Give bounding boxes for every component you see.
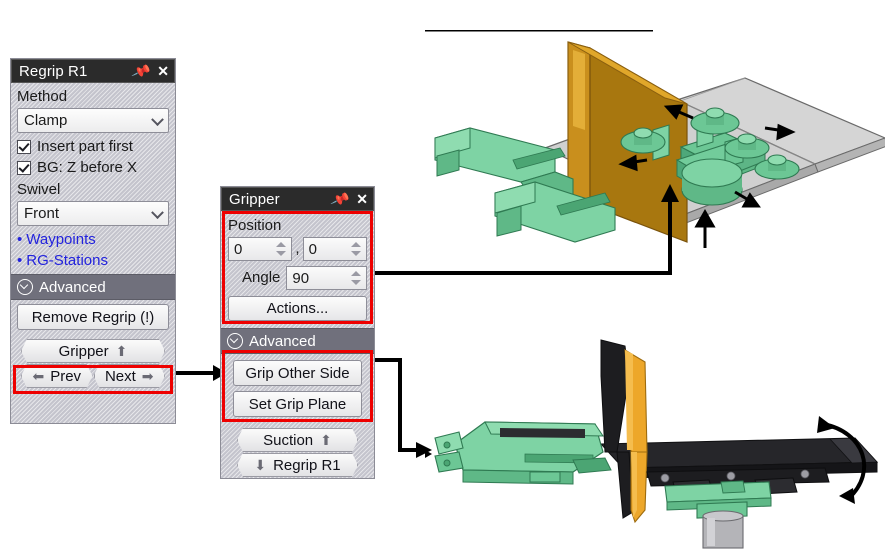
regrip-panel: Regrip R1 📌 ✕ Method Clamp Insert part f… xyxy=(10,58,176,424)
gripper-panel-title: Gripper xyxy=(229,190,280,208)
arrow-up-icon: ⬆ xyxy=(320,431,332,448)
suction-label: Suction xyxy=(263,431,314,449)
grip-other-side-button[interactable]: Grip Other Side xyxy=(233,360,362,386)
bg-z-before-x-checkbox-row[interactable]: BG: Z before X xyxy=(17,157,169,178)
arrow-down-icon: ⬇ xyxy=(254,456,267,473)
chevron-down-circle-icon xyxy=(227,333,243,349)
spinner-up-icon[interactable] xyxy=(351,271,361,276)
gripper-advanced-label: Advanced xyxy=(249,332,316,350)
gripper-nav-label: Gripper xyxy=(58,342,109,360)
angle-input[interactable]: 90 xyxy=(286,266,367,290)
arrow-left-icon: ⬅ xyxy=(32,367,45,384)
remove-regrip-label: Remove Regrip (!) xyxy=(31,308,155,326)
angle-value: 90 xyxy=(292,269,310,287)
connector-position-to-top-illustration xyxy=(370,184,679,275)
regrip-panel-body: Method Clamp Insert part first BG: Z bef… xyxy=(11,83,175,393)
position-y-input[interactable]: 0 xyxy=(302,237,368,261)
prev-next-row: ⬅ Prev Next ➡ xyxy=(21,364,165,388)
angle-label: Angle xyxy=(242,269,281,286)
insert-part-first-checkbox-row[interactable]: Insert part first xyxy=(17,136,169,157)
gripper-panel-body: Position 0 , 0 Angle 90 Actions... Advan… xyxy=(221,211,374,482)
next-button[interactable]: Next ➡ xyxy=(94,364,166,388)
insert-part-first-checkbox[interactable] xyxy=(17,139,31,154)
method-dropdown[interactable]: Clamp xyxy=(17,108,169,133)
position-separator: , xyxy=(295,240,300,257)
spinner-up-icon[interactable] xyxy=(351,242,362,247)
arrow-right-icon: ➡ xyxy=(141,367,154,384)
regrip-panel-title: Regrip R1 xyxy=(19,62,88,80)
bullet-icon: • xyxy=(17,252,23,269)
chevron-down-circle-icon xyxy=(17,279,33,295)
close-icon[interactable]: ✕ xyxy=(157,64,169,78)
position-label: Position xyxy=(228,217,282,234)
position-x-input[interactable]: 0 xyxy=(228,237,293,261)
method-label: Method xyxy=(17,88,68,105)
pin-icon[interactable]: 📌 xyxy=(131,61,153,82)
position-row: 0 , 0 xyxy=(228,237,368,261)
swivel-value: Front xyxy=(24,205,60,222)
chevron-down-icon xyxy=(151,112,164,126)
regrip-nav-button[interactable]: ⬇ Regrip R1 xyxy=(237,453,358,477)
set-grip-plane-button[interactable]: Set Grip Plane xyxy=(233,391,362,417)
set-grip-plane-label: Set Grip Plane xyxy=(248,395,347,413)
actions-button[interactable]: Actions... xyxy=(228,296,367,321)
prev-label: Prev xyxy=(50,367,82,385)
close-icon[interactable]: ✕ xyxy=(356,192,368,206)
next-label: Next xyxy=(104,367,136,385)
link-rg-stations-label: RG-Stations xyxy=(26,252,108,269)
chevron-down-icon xyxy=(151,205,164,219)
insert-part-first-label: Insert part first xyxy=(37,137,133,155)
bg-z-before-x-label: BG: Z before X xyxy=(37,158,138,176)
regrip-advanced-label: Advanced xyxy=(39,278,106,296)
gripper-nav-button[interactable]: Gripper ⬆ xyxy=(21,339,165,363)
suction-nav-button[interactable]: Suction ⬆ xyxy=(237,428,358,452)
swivel-label: Swivel xyxy=(17,181,61,198)
regrip-panel-titlebar: Regrip R1 📌 ✕ xyxy=(11,59,175,83)
actions-label: Actions... xyxy=(266,300,329,317)
method-value: Clamp xyxy=(24,112,68,129)
angle-row: Angle 90 xyxy=(228,266,367,290)
spinner-down-icon[interactable] xyxy=(276,251,287,256)
bg-z-before-x-checkbox[interactable] xyxy=(17,160,31,175)
link-waypoints[interactable]: • Waypoints xyxy=(17,229,169,250)
arrow-up-icon: ⬆ xyxy=(115,342,128,359)
spinner-up-icon[interactable] xyxy=(276,242,287,247)
link-rg-stations[interactable]: • RG-Stations xyxy=(17,250,169,271)
bullet-icon: • xyxy=(17,231,23,248)
prev-button[interactable]: ⬅ Prev xyxy=(21,364,93,388)
remove-regrip-button[interactable]: Remove Regrip (!) xyxy=(17,304,169,330)
gripper-panel: Gripper 📌 ✕ Position 0 , 0 Angle 90 Acti… xyxy=(220,186,375,479)
gripper-panel-titlebar: Gripper 📌 ✕ xyxy=(221,187,374,211)
connector-advanced-to-bottom-illustration xyxy=(370,358,432,458)
regrip-advanced-section-header[interactable]: Advanced xyxy=(11,274,175,300)
pin-icon[interactable]: 📌 xyxy=(330,189,352,210)
spinner-down-icon[interactable] xyxy=(351,251,362,256)
link-waypoints-label: Waypoints xyxy=(26,231,96,248)
position-x-value: 0 xyxy=(234,240,243,258)
position-y-value: 0 xyxy=(308,240,317,258)
spinner-down-icon[interactable] xyxy=(351,280,361,285)
screenshot-root: Regrip R1 📌 ✕ Method Clamp Insert part f… xyxy=(0,0,888,551)
swivel-dropdown[interactable]: Front xyxy=(17,201,169,226)
gripper-side-profile-3d-view xyxy=(425,339,879,549)
regrip-nav-label: Regrip R1 xyxy=(273,456,341,474)
gripper-advanced-section-header[interactable]: Advanced xyxy=(221,328,374,354)
grip-other-side-label: Grip Other Side xyxy=(245,364,350,382)
